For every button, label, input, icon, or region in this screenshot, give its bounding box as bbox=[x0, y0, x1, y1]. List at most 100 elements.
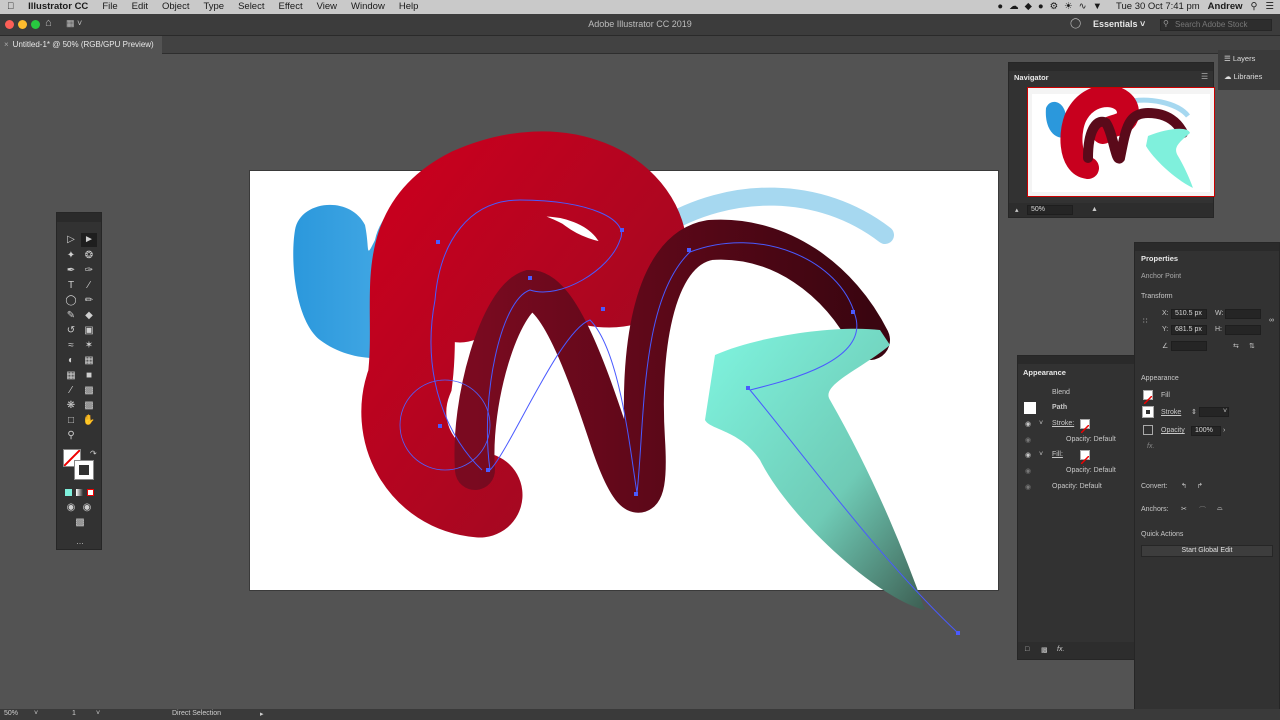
artboard[interactable] bbox=[249, 170, 999, 591]
scale-tool-icon[interactable]: ▣ bbox=[81, 324, 97, 338]
lasso-tool-icon[interactable]: ❂ bbox=[81, 249, 97, 263]
stock-search-input[interactable]: Search Adobe Stock bbox=[1160, 19, 1272, 31]
visibility-eye-icon[interactable]: ◉ bbox=[1025, 451, 1031, 459]
dock-libraries[interactable]: ☁ Libraries bbox=[1224, 72, 1262, 81]
lightbulb-icon[interactable]: ◯ bbox=[1070, 18, 1081, 29]
convert-to-corner-icon[interactable]: ↰ bbox=[1181, 482, 1187, 490]
connect-anchors-icon[interactable]: ⌒ bbox=[1199, 505, 1206, 515]
zoom-out-icon[interactable]: ▴ bbox=[1015, 206, 1019, 214]
dock-layers[interactable]: ☰ Layers bbox=[1224, 54, 1255, 63]
chevron-down-icon[interactable]: ˅ bbox=[96, 710, 100, 717]
panel-menu-icon[interactable]: ☰ bbox=[1201, 72, 1208, 81]
chevron-down-icon[interactable]: ˅ bbox=[34, 710, 38, 717]
x-field[interactable]: 510.5 px bbox=[1171, 309, 1207, 319]
draw-normal-icon[interactable]: ◉ bbox=[63, 501, 79, 515]
navigator-zoom-field[interactable]: 50% bbox=[1027, 205, 1073, 215]
apple-icon[interactable]:  bbox=[0, 0, 21, 14]
chevron-right-icon[interactable]: ▸ bbox=[260, 710, 264, 718]
clock[interactable]: Tue 30 Oct 7:41 pm bbox=[1116, 0, 1200, 14]
stroke-label[interactable]: Stroke bbox=[1161, 409, 1181, 416]
appearance-opacity[interactable]: Opacity: Default bbox=[1052, 483, 1102, 490]
user-name[interactable]: Andrew bbox=[1208, 0, 1243, 14]
status-icons[interactable]: ●☁◆●⚙☀∿▼ bbox=[997, 0, 1108, 14]
opacity-label[interactable]: Opacity bbox=[1161, 427, 1185, 434]
remove-anchor-icon[interactable]: ⌓ bbox=[1217, 505, 1223, 513]
fill-none-swatch[interactable] bbox=[1080, 450, 1090, 465]
close-tab-icon[interactable]: × bbox=[4, 40, 9, 49]
expand-chevron-icon[interactable]: ˅ bbox=[1039, 420, 1043, 427]
visibility-eye-icon[interactable]: ◉ bbox=[1025, 436, 1031, 444]
menu-edit[interactable]: Edit bbox=[125, 0, 155, 14]
navigator-title[interactable]: Navigator bbox=[1014, 73, 1049, 82]
appearance-stroke-opacity[interactable]: Opacity: Default bbox=[1066, 436, 1116, 443]
workspace-switcher[interactable]: Essentials ˅ bbox=[1093, 19, 1145, 29]
none-mode-icon[interactable] bbox=[87, 489, 94, 496]
status-artboard[interactable]: 1 bbox=[72, 710, 76, 717]
appearance-stroke-row[interactable]: Stroke: bbox=[1052, 420, 1074, 427]
add-fill-icon[interactable]: ▩ bbox=[1041, 646, 1048, 654]
y-field[interactable]: 681.5 px bbox=[1171, 325, 1207, 335]
hand-tool-icon[interactable]: ✋ bbox=[81, 414, 97, 428]
notification-icon[interactable]: ☰ bbox=[1265, 0, 1274, 14]
h-field[interactable] bbox=[1225, 325, 1261, 335]
stroke-weight-stepper[interactable]: ⇕ bbox=[1191, 408, 1197, 416]
visibility-eye-icon[interactable]: ◉ bbox=[1025, 467, 1031, 475]
blend-tool-icon[interactable]: ▩ bbox=[81, 384, 97, 398]
spotlight-icon[interactable]: ⚲ bbox=[1251, 0, 1258, 14]
zoom-tool-icon[interactable]: ⚲ bbox=[63, 429, 79, 443]
appearance-fill-opacity[interactable]: Opacity: Default bbox=[1066, 467, 1116, 474]
add-effect-icon[interactable]: fx. bbox=[1057, 646, 1064, 653]
graph-tool-icon[interactable]: ▩ bbox=[81, 399, 97, 413]
symbol-sprayer-tool-icon[interactable]: ❋ bbox=[63, 399, 79, 413]
menu-window[interactable]: Window bbox=[344, 0, 392, 14]
ellipse-tool-icon[interactable]: ◯ bbox=[63, 294, 79, 308]
screen-mode-icon[interactable]: ▩ bbox=[72, 516, 88, 530]
rotate-field[interactable] bbox=[1171, 341, 1207, 351]
w-field[interactable] bbox=[1225, 309, 1261, 319]
artboard-tool-icon[interactable]: □ bbox=[63, 414, 79, 428]
document-tab[interactable]: × Untitled-1* @ 50% (RGB/GPU Preview) bbox=[0, 36, 162, 54]
visibility-eye-icon[interactable]: ◉ bbox=[1025, 420, 1031, 428]
perspective-grid-tool-icon[interactable]: ▦ bbox=[81, 354, 97, 368]
status-current-tool[interactable]: Direct Selection bbox=[172, 710, 221, 717]
appearance-fill-row[interactable]: Fill: bbox=[1052, 451, 1063, 458]
eraser-tool-icon[interactable]: ◆ bbox=[81, 309, 97, 323]
fill-color-swatch[interactable] bbox=[1143, 390, 1153, 405]
pen-tool-icon[interactable]: ✒ bbox=[63, 264, 79, 278]
puppet-warp-tool-icon[interactable]: ✶ bbox=[81, 339, 97, 353]
expand-chevron-icon[interactable]: ˅ bbox=[1039, 451, 1043, 458]
stroke-none-swatch[interactable] bbox=[1080, 419, 1090, 434]
menu-type[interactable]: Type bbox=[196, 0, 231, 14]
navigator-thumbnail[interactable] bbox=[1027, 85, 1215, 197]
navigator-header-bar[interactable] bbox=[1009, 63, 1213, 71]
app-menu[interactable]: Illustrator CC bbox=[21, 0, 95, 14]
rotate-tool-icon[interactable]: ↺ bbox=[63, 324, 79, 338]
eyedropper-tool-icon[interactable]: ⁄ bbox=[63, 384, 79, 398]
direct-selection-tool-icon[interactable]: ► bbox=[81, 233, 97, 247]
selection-tool-icon[interactable]: ▷ bbox=[63, 233, 79, 247]
convert-to-smooth-icon[interactable]: ↱ bbox=[1197, 482, 1203, 490]
curvature-tool-icon[interactable]: ✑ bbox=[81, 264, 97, 278]
color-mode-icon[interactable] bbox=[65, 489, 72, 496]
fx-button[interactable]: fx. bbox=[1147, 443, 1154, 450]
properties-title[interactable]: Properties bbox=[1141, 254, 1178, 263]
reference-point-icon[interactable]: ∷ bbox=[1143, 317, 1147, 325]
magic-wand-tool-icon[interactable]: ✦ bbox=[63, 249, 79, 263]
cut-path-icon[interactable]: ✂ bbox=[1181, 505, 1187, 513]
gradient-mode-icon[interactable] bbox=[76, 489, 83, 496]
constrain-link-icon[interactable]: ∞ bbox=[1269, 317, 1274, 324]
edit-toolbar-icon[interactable]: … bbox=[72, 535, 88, 549]
appearance-header-bar[interactable] bbox=[1018, 356, 1134, 364]
tools-panel-header[interactable] bbox=[57, 213, 101, 222]
visibility-eye-icon[interactable]: ◉ bbox=[1025, 483, 1031, 491]
flip-horizontal-icon[interactable]: ⇆ bbox=[1233, 342, 1239, 350]
paintbrush-tool-icon[interactable]: ✏ bbox=[81, 294, 97, 308]
stroke-swatch[interactable] bbox=[74, 460, 94, 480]
appearance-title[interactable]: Appearance bbox=[1023, 368, 1066, 377]
menu-effect[interactable]: Effect bbox=[271, 0, 309, 14]
mesh-tool-icon[interactable]: ▦ bbox=[63, 369, 79, 383]
chevron-down-icon[interactable]: ˅ bbox=[1223, 408, 1227, 415]
start-global-edit-button[interactable]: Start Global Edit bbox=[1141, 545, 1273, 557]
zoom-in-icon[interactable]: ▲ bbox=[1091, 206, 1098, 213]
type-tool-icon[interactable]: T bbox=[63, 279, 79, 293]
